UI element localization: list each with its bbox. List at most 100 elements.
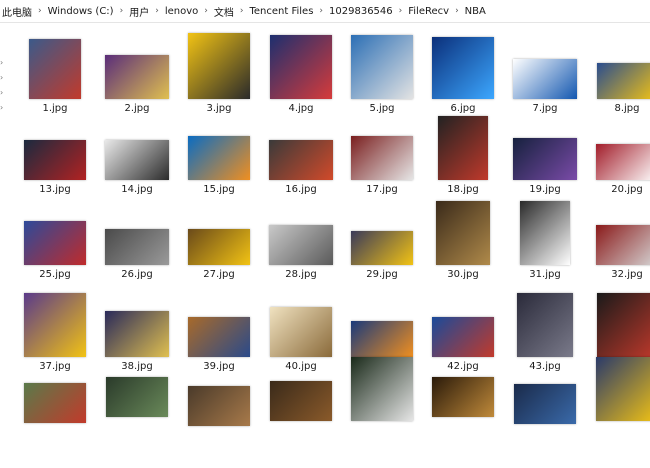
file-item[interactable]: 1.jpg: [15, 35, 95, 117]
file-item[interactable]: [423, 377, 503, 459]
file-item[interactable]: 29.jpg: [342, 209, 422, 291]
file-item[interactable]: 37.jpg: [15, 293, 95, 375]
breadcrumb-item[interactable]: 1029836546: [327, 6, 395, 17]
breadcrumb-item[interactable]: Windows (C:): [46, 6, 116, 17]
breadcrumb-separator-icon[interactable]: ›: [315, 6, 327, 16]
file-item[interactable]: 13.jpg: [15, 124, 95, 206]
file-item[interactable]: [587, 357, 650, 439]
image-thumbnail: [24, 221, 86, 265]
file-item[interactable]: [505, 384, 585, 466]
file-item[interactable]: [342, 357, 422, 439]
file-item[interactable]: 18.jpg: [423, 116, 503, 206]
breadcrumb-separator-icon[interactable]: ›: [151, 6, 163, 16]
image-thumbnail: [513, 59, 577, 99]
file-name-label: 28.jpg: [285, 269, 317, 280]
file-name-label: 40.jpg: [285, 361, 317, 372]
breadcrumb-item[interactable]: NBA: [463, 6, 488, 17]
breadcrumb-separator-icon[interactable]: ›: [34, 6, 46, 16]
file-name-label: 38.jpg: [121, 361, 153, 372]
image-thumbnail: [432, 37, 494, 99]
file-item[interactable]: 15.jpg: [179, 124, 259, 206]
image-thumbnail: [29, 39, 81, 99]
breadcrumb-separator-icon[interactable]: ›: [200, 6, 212, 16]
file-item[interactable]: 38.jpg: [97, 293, 177, 375]
file-name-label: 3.jpg: [206, 103, 232, 114]
file-item[interactable]: [261, 381, 341, 463]
image-thumbnail: [106, 377, 168, 417]
file-item[interactable]: 43.jpg: [505, 293, 585, 375]
breadcrumb-item[interactable]: 用户: [127, 4, 151, 19]
file-item[interactable]: 17.jpg: [342, 124, 422, 206]
file-name-label: 20.jpg: [611, 184, 643, 195]
file-name-label: 39.jpg: [203, 361, 235, 372]
file-item[interactable]: 16.jpg: [261, 124, 341, 206]
file-name-label: 37.jpg: [39, 361, 71, 372]
file-name-label: 16.jpg: [285, 184, 317, 195]
file-item[interactable]: 5.jpg: [342, 35, 422, 117]
breadcrumb-separator-icon[interactable]: ›: [395, 6, 407, 16]
file-name-label: 1.jpg: [42, 103, 68, 114]
breadcrumb-item[interactable]: 文档: [212, 4, 236, 19]
image-thumbnail: [432, 317, 494, 357]
file-item[interactable]: 7.jpg: [505, 35, 585, 117]
file-item[interactable]: 27.jpg: [179, 209, 259, 291]
file-item[interactable]: 39.jpg: [179, 293, 259, 375]
file-item[interactable]: 8.jpg: [587, 35, 650, 117]
breadcrumb-item[interactable]: lenovo: [163, 6, 200, 17]
breadcrumb-separator-icon[interactable]: ›: [451, 6, 463, 16]
image-thumbnail: [188, 33, 250, 99]
file-item[interactable]: 30.jpg: [423, 201, 503, 291]
file-item[interactable]: 6.jpg: [423, 35, 503, 117]
breadcrumb-separator-icon[interactable]: ›: [236, 6, 248, 16]
image-thumbnail: [520, 201, 570, 265]
file-name-label: 19.jpg: [529, 184, 561, 195]
file-name-label: 8.jpg: [614, 103, 640, 114]
image-thumbnail: [105, 229, 169, 265]
address-bar[interactable]: 此电脑 › Windows (C:) › 用户 › lenovo › 文档 › Tencent Fi…: [0, 0, 650, 23]
file-item[interactable]: 19.jpg: [505, 124, 585, 206]
file-name-label: 25.jpg: [39, 269, 71, 280]
image-thumbnail: [514, 384, 576, 424]
file-item[interactable]: 28.jpg: [261, 209, 341, 291]
image-thumbnail: [105, 311, 169, 357]
file-name-label: 4.jpg: [288, 103, 314, 114]
breadcrumb-separator-icon[interactable]: ›: [116, 6, 128, 16]
breadcrumb-item[interactable]: Tencent Files: [247, 6, 315, 17]
image-thumbnail: [597, 63, 650, 99]
file-name-label: 7.jpg: [532, 103, 558, 114]
image-thumbnail: [351, 357, 413, 421]
file-item[interactable]: 40.jpg: [261, 293, 341, 375]
file-name-label: 18.jpg: [447, 184, 479, 195]
image-thumbnail: [270, 307, 332, 357]
image-thumbnail: [351, 136, 413, 180]
file-name-label: 31.jpg: [529, 269, 561, 280]
file-item[interactable]: 3.jpg: [179, 33, 259, 117]
file-item[interactable]: 2.jpg: [97, 35, 177, 117]
file-item[interactable]: 4.jpg: [261, 35, 341, 117]
file-item[interactable]: 26.jpg: [97, 209, 177, 291]
file-name-label: 6.jpg: [450, 103, 476, 114]
image-thumbnail: [188, 136, 250, 180]
file-grid: 1.jpg 2.jpg 3.jpg 4.jpg 5.jpg 6.jpg 7.jpg 8.jpg…: [0, 23, 650, 440]
file-item[interactable]: 20.jpg: [587, 124, 650, 206]
file-item[interactable]: 25.jpg: [15, 209, 95, 291]
file-item[interactable]: 14.jpg: [97, 124, 177, 206]
image-thumbnail: [188, 229, 250, 265]
file-name-label: 26.jpg: [121, 269, 153, 280]
breadcrumb-item[interactable]: 此电脑: [0, 4, 34, 19]
file-item[interactable]: 31.jpg: [505, 201, 585, 291]
image-thumbnail: [351, 231, 413, 265]
image-thumbnail: [188, 386, 250, 426]
file-item[interactable]: [97, 377, 177, 459]
file-item[interactable]: [179, 386, 259, 468]
image-thumbnail: [597, 293, 650, 357]
image-thumbnail: [24, 140, 86, 180]
breadcrumb-item[interactable]: FileRecv: [406, 6, 451, 17]
file-name-label: 32.jpg: [611, 269, 643, 280]
file-item[interactable]: 42.jpg: [423, 293, 503, 375]
file-name-label: 15.jpg: [203, 184, 235, 195]
file-name-label: 43.jpg: [529, 361, 561, 372]
image-thumbnail: [24, 383, 86, 423]
file-item[interactable]: 32.jpg: [587, 209, 650, 291]
file-item[interactable]: [15, 383, 95, 465]
